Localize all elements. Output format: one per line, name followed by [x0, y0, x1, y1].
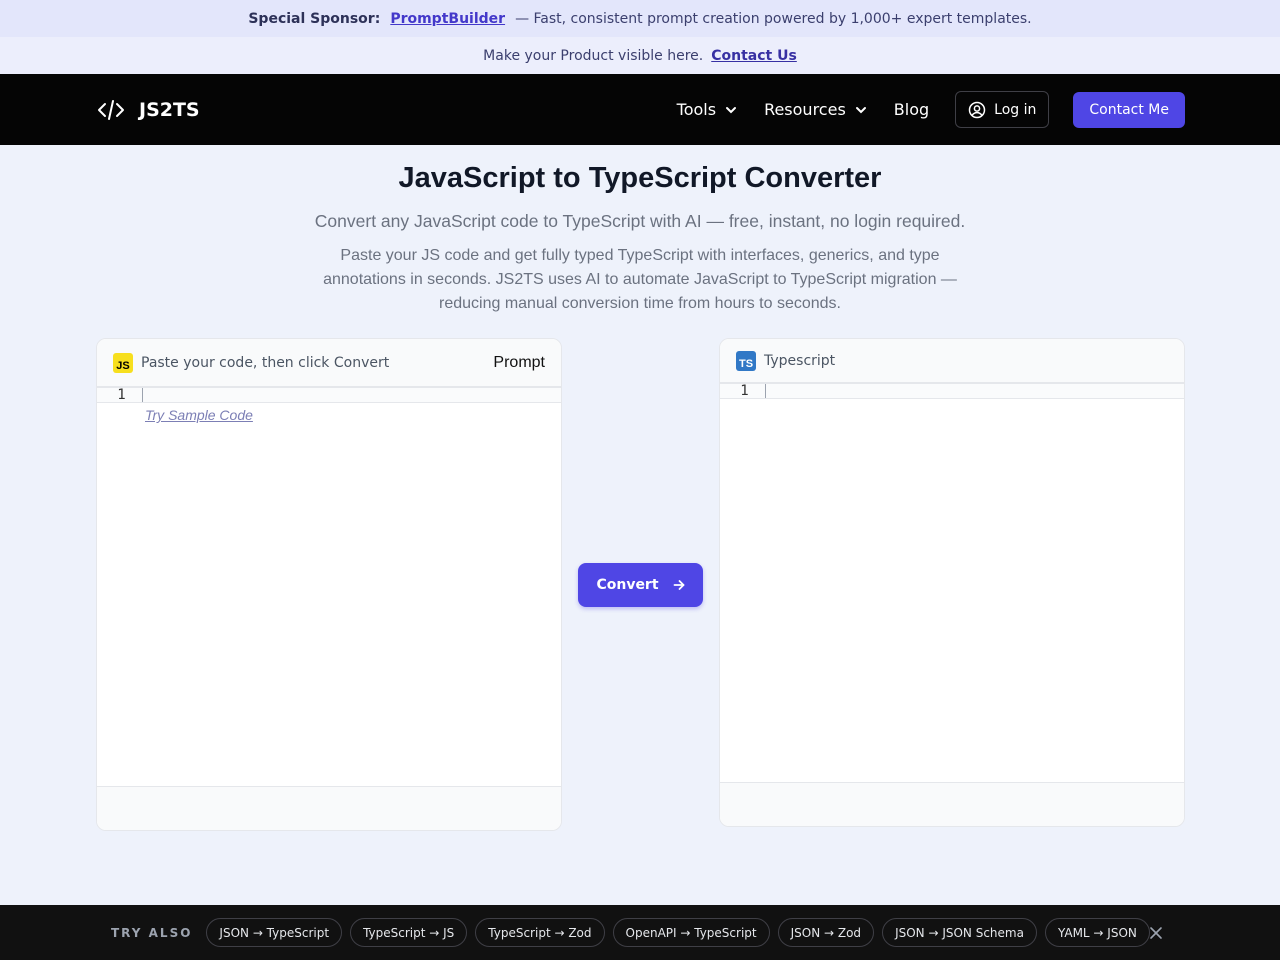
js-icon: JS: [113, 352, 133, 373]
text-cursor: [765, 384, 766, 398]
nav-resources[interactable]: Resources: [764, 100, 868, 119]
line-number: 1: [740, 383, 749, 399]
nav-links: Tools Resources Blog Log in Contact Me: [677, 91, 1185, 128]
chip-typescript-to-js[interactable]: TypeScript → JS: [350, 918, 468, 947]
chip-json-to-zod[interactable]: JSON → Zod: [777, 918, 875, 947]
chip-openapi-to-typescript[interactable]: OpenAPI → TypeScript: [612, 918, 770, 947]
try-sample-code-link[interactable]: Try Sample Code: [145, 407, 253, 423]
editor-line: 1: [97, 387, 561, 403]
sponsor-label: Special Sponsor:: [248, 10, 381, 27]
contact-me-button[interactable]: Contact Me: [1073, 91, 1185, 128]
prompt-toggle[interactable]: Prompt: [493, 354, 545, 372]
try-also-bar: TRY ALSO JSON → TypeScript TypeScript → …: [0, 905, 1280, 960]
nav-tools-label: Tools: [676, 100, 717, 119]
convert-label: Convert: [596, 577, 659, 593]
output-panel-footer: [720, 782, 1184, 826]
promo-text: Make your Product visible here.: [483, 47, 704, 64]
hero: JavaScript to TypeScript Converter Conve…: [0, 162, 1280, 316]
nav-blog[interactable]: Blog: [894, 100, 929, 119]
chip-typescript-to-zod[interactable]: TypeScript → Zod: [475, 918, 605, 947]
text-cursor: [142, 388, 143, 402]
sponsor-bar: Special Sponsor: PromptBuilder — Fast, c…: [0, 0, 1280, 37]
chip-json-to-json-schema[interactable]: JSON → JSON Schema: [882, 918, 1037, 947]
login-button[interactable]: Log in: [955, 91, 1050, 128]
editor-line: 1: [720, 383, 1184, 399]
convert-button[interactable]: Convert: [578, 563, 703, 607]
input-editor[interactable]: 1 Try Sample Code: [97, 387, 561, 787]
nav-resources-label: Resources: [764, 100, 846, 119]
page-title: JavaScript to TypeScript Converter: [398, 162, 882, 194]
input-panel-header: JS Paste your code, then click Convert P…: [97, 339, 561, 387]
brand[interactable]: JS2TS: [97, 96, 200, 124]
close-icon[interactable]: [1148, 925, 1164, 941]
sponsor-link[interactable]: PromptBuilder: [390, 11, 505, 27]
nav-tools[interactable]: Tools: [677, 100, 738, 119]
chevron-down-icon: [726, 106, 737, 113]
code-icon: [98, 99, 124, 120]
login-label: Log in: [994, 101, 1037, 118]
promo-bar: Make your Product visible here. Contact …: [0, 37, 1280, 74]
user-circle-icon: [968, 101, 986, 118]
input-panel: JS Paste your code, then click Convert P…: [96, 338, 562, 831]
try-also-label: TRY ALSO: [111, 925, 193, 940]
output-panel-header: TS Typescript: [720, 339, 1184, 383]
page-subtitle: Convert any JavaScript code to TypeScrip…: [314, 211, 966, 231]
output-title: Typescript: [764, 352, 836, 369]
ts-icon: TS: [736, 350, 756, 371]
chip-json-to-typescript[interactable]: JSON → TypeScript: [206, 918, 343, 947]
contact-us-link[interactable]: Contact Us: [711, 48, 797, 64]
brand-name: JS2TS: [139, 98, 200, 121]
input-hint: Paste your code, then click Convert: [141, 354, 390, 371]
sponsor-text: — Fast, consistent prompt creation power…: [515, 10, 1032, 27]
arrow-right-icon: [673, 580, 684, 590]
line-number: 1: [117, 387, 126, 403]
output-editor[interactable]: 1: [720, 383, 1184, 783]
nav-blog-label: Blog: [893, 100, 930, 119]
page-description: Paste your JS code and get fully typed T…: [323, 247, 957, 312]
top-navbar: JS2TS Tools Resources Blog Log in Contac…: [0, 74, 1280, 145]
output-panel: TS Typescript 1: [719, 338, 1185, 827]
chevron-down-icon: [855, 106, 866, 113]
input-panel-footer: [97, 786, 561, 830]
chip-yaml-to-json[interactable]: YAML → JSON: [1044, 918, 1150, 947]
